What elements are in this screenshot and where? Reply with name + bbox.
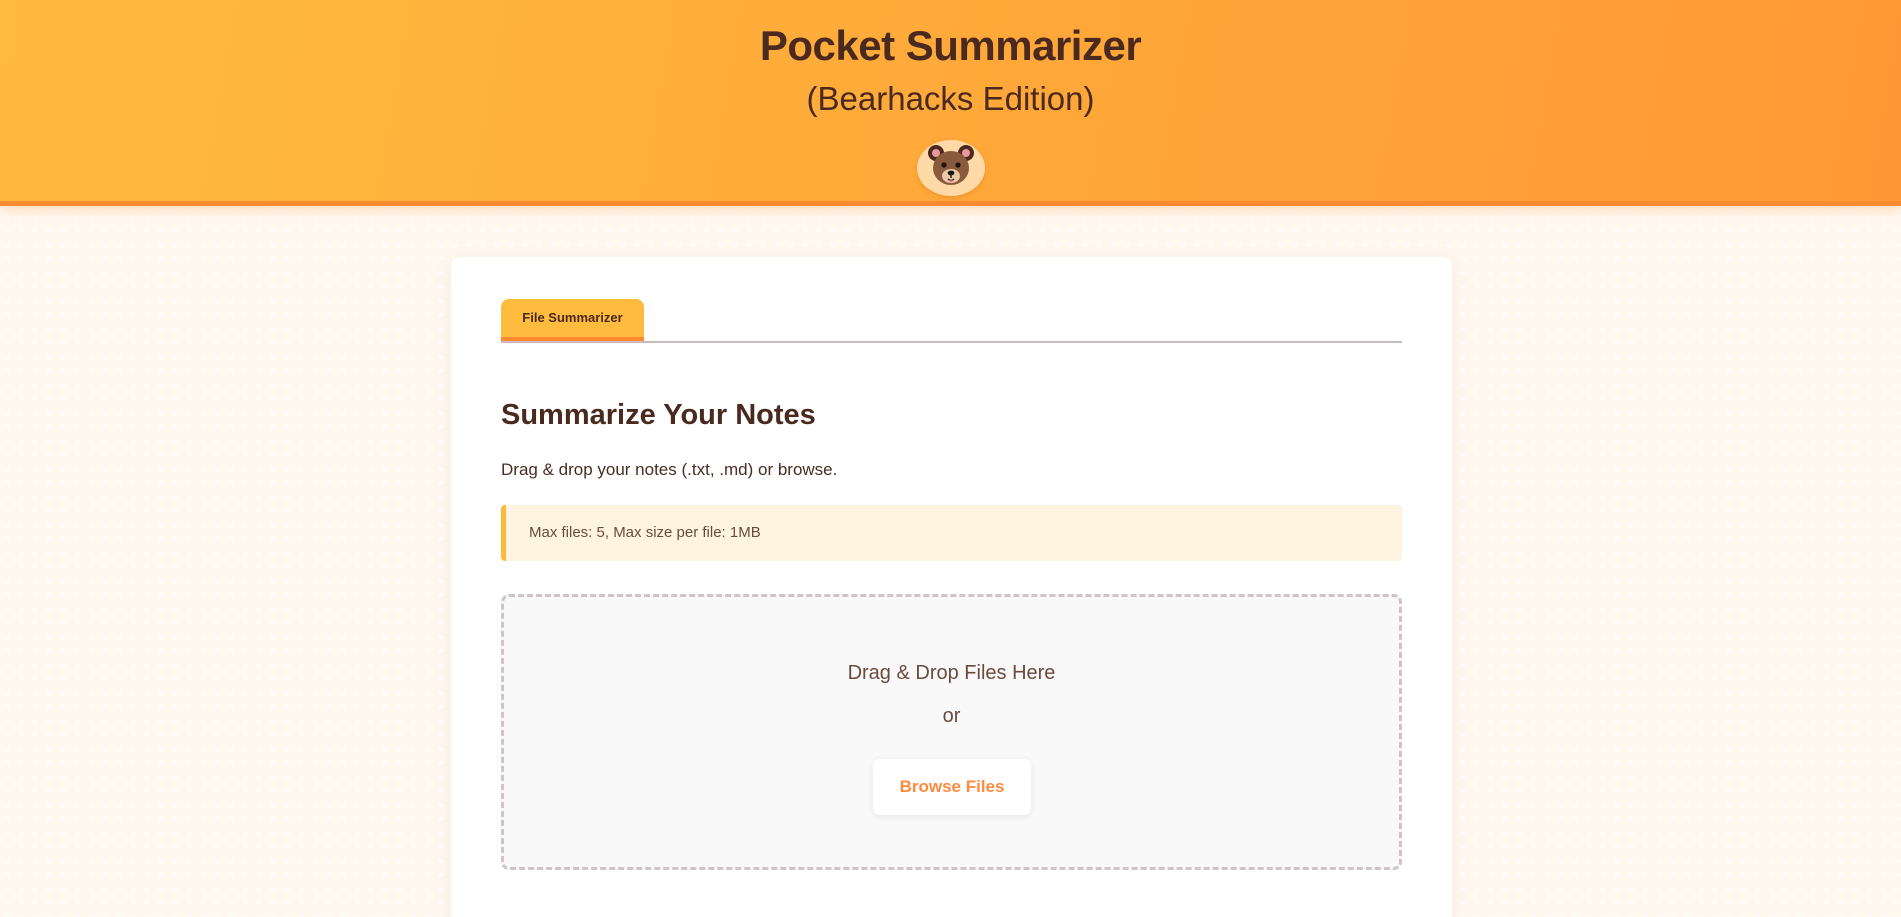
logo-badge	[917, 140, 985, 196]
file-dropzone[interactable]: Drag & Drop Files Here or Browse Files	[501, 594, 1402, 870]
app-title: Pocket Summarizer	[759, 22, 1142, 69]
notice-text: Max files: 5, Max size per file: 1MB	[529, 524, 761, 541]
app-subtitle: (Bearhacks Edition)	[806, 80, 1095, 117]
file-limits-notice: Max files: 5, Max size per file: 1MB	[501, 505, 1402, 561]
dropzone-or-label: or	[942, 705, 961, 727]
dropzone-prompt: Drag & Drop Files Here	[847, 662, 1056, 684]
section-description: Drag & drop your notes (.txt, .md) or br…	[501, 460, 838, 479]
summarizer-card: File Summarizer Summarize Your Notes Dra…	[451, 257, 1452, 917]
app-header: Pocket Summarizer (Bearhacks Edition)	[0, 0, 1901, 206]
browse-files-button[interactable]: Browse Files	[873, 759, 1031, 815]
bear-face-icon	[928, 145, 974, 185]
tab-bar: File Summarizer	[501, 299, 1402, 343]
tab-file-summarizer[interactable]: File Summarizer	[501, 299, 644, 341]
section-heading: Summarize Your Notes	[501, 399, 816, 431]
